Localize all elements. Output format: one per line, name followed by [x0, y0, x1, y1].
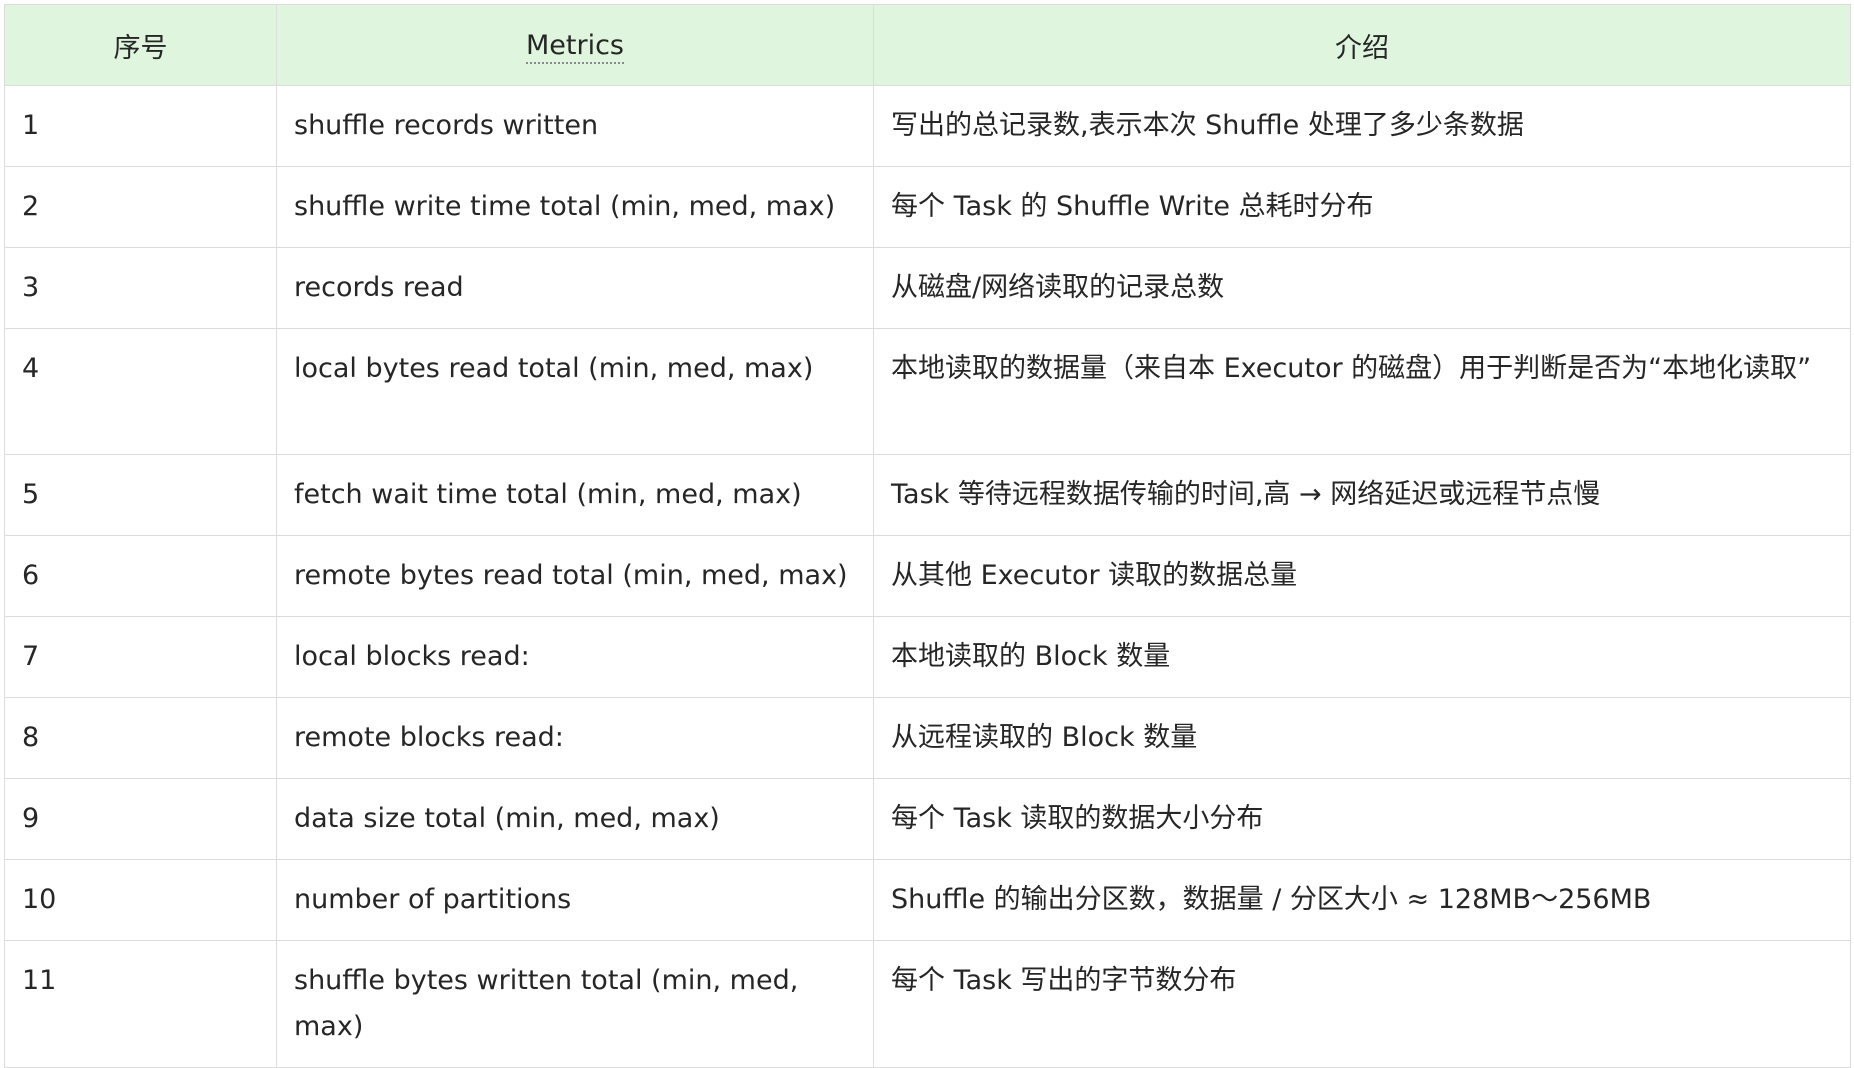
table-row: 8 remote blocks read: 从远程读取的 Block 数量	[4, 697, 1851, 779]
row-description: 本地读取的 Block 数量	[873, 616, 1851, 698]
table-row: 5 fetch wait time total (min, med, max) …	[4, 454, 1851, 536]
row-metric: fetch wait time total (min, med, max)	[276, 454, 874, 536]
row-index: 11	[4, 940, 277, 1068]
table-row: 3 records read 从磁盘/网络读取的记录总数	[4, 247, 1851, 329]
row-metric: number of partitions	[276, 859, 874, 941]
table-row: 1 shuffle records written 写出的总记录数,表示本次 S…	[4, 85, 1851, 167]
row-description: 每个 Task 写出的字节数分布	[873, 940, 1851, 1068]
row-index: 4	[4, 328, 277, 455]
row-index: 3	[4, 247, 277, 329]
row-description: 从磁盘/网络读取的记录总数	[873, 247, 1851, 329]
row-metric: local bytes read total (min, med, max)	[276, 328, 874, 455]
row-index: 6	[4, 535, 277, 617]
row-index: 7	[4, 616, 277, 698]
row-description: 从远程读取的 Block 数量	[873, 697, 1851, 779]
table-row: 6 remote bytes read total (min, med, max…	[4, 535, 1851, 617]
row-index: 5	[4, 454, 277, 536]
table-row: 11 shuffle bytes written total (min, med…	[4, 940, 1851, 1068]
header-metrics-label[interactable]: Metrics	[525, 29, 624, 64]
row-index: 8	[4, 697, 277, 779]
row-description: 写出的总记录数,表示本次 Shuffle 处理了多少条数据	[873, 85, 1851, 167]
row-metric: shuffle records written	[276, 85, 874, 167]
row-description: 每个 Task 的 Shuffle Write 总耗时分布	[873, 166, 1851, 248]
row-metric: remote blocks read:	[276, 697, 874, 779]
row-index: 9	[4, 778, 277, 860]
row-description: 从其他 Executor 读取的数据总量	[873, 535, 1851, 617]
header-metrics: Metrics	[276, 4, 874, 86]
row-metric: shuffle bytes written total (min, med, m…	[276, 940, 874, 1068]
table-row: 9 data size total (min, med, max) 每个 Tas…	[4, 778, 1851, 860]
row-description: Shuffle 的输出分区数，数据量 / 分区大小 ≈ 128MB～256MB	[873, 859, 1851, 941]
table-row: 2 shuffle write time total (min, med, ma…	[4, 166, 1851, 248]
row-index: 1	[4, 85, 277, 167]
table-row: 4 local bytes read total (min, med, max)…	[4, 328, 1851, 455]
row-metric: local blocks read:	[276, 616, 874, 698]
row-index: 10	[4, 859, 277, 941]
table-row: 7 local blocks read: 本地读取的 Block 数量	[4, 616, 1851, 698]
row-description: 每个 Task 读取的数据大小分布	[873, 778, 1851, 860]
metrics-table-container: 序号 Metrics 介绍 1 shuffle records written …	[4, 4, 1851, 1068]
row-index: 2	[4, 166, 277, 248]
row-metric: remote bytes read total (min, med, max)	[276, 535, 874, 617]
row-metric: data size total (min, med, max)	[276, 778, 874, 860]
header-index: 序号	[4, 4, 277, 86]
row-description: Task 等待远程数据传输的时间,高 → 网络延迟或远程节点慢	[873, 454, 1851, 536]
table-header-row: 序号 Metrics 介绍	[4, 4, 1851, 86]
row-description: 本地读取的数据量（来自本 Executor 的磁盘）用于判断是否为“本地化读取”	[873, 328, 1851, 455]
header-description: 介绍	[873, 4, 1851, 86]
table-row: 10 number of partitions Shuffle 的输出分区数，数…	[4, 859, 1851, 941]
row-metric: shuffle write time total (min, med, max)	[276, 166, 874, 248]
row-metric: records read	[276, 247, 874, 329]
metrics-table: 序号 Metrics 介绍 1 shuffle records written …	[4, 4, 1851, 1068]
